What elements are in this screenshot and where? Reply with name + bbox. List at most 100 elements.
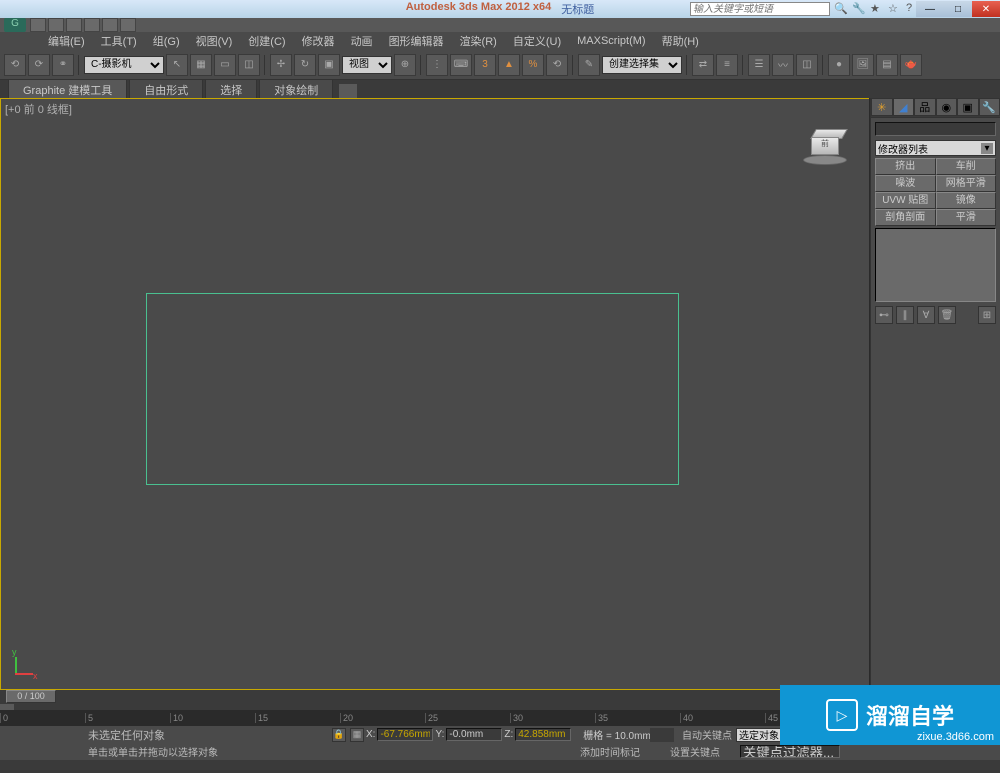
modifier-list-dropdown[interactable]: 修改器列表 ▾ [875, 140, 996, 156]
schematic-icon[interactable]: ◫ [796, 54, 818, 76]
menu-group[interactable]: 组(G) [145, 33, 188, 49]
rotate-icon[interactable]: ↻ [294, 54, 316, 76]
time-ruler[interactable]: 0 5 10 15 20 25 30 35 40 45 50 55 60 65 … [0, 710, 870, 726]
unlink-icon[interactable]: ⟳ [28, 54, 50, 76]
percent-snap-icon[interactable]: % [522, 54, 544, 76]
viewcube[interactable]: 前 [809, 129, 849, 161]
move-icon[interactable]: ✢ [270, 54, 292, 76]
lock-icon[interactable]: 🔒 [332, 728, 346, 742]
viewport-label[interactable]: [+0 前 0 线框] [5, 101, 72, 117]
mod-bevel-button[interactable]: 剖角剖面 [875, 209, 936, 226]
pin-stack-icon[interactable]: ⊷ [875, 306, 893, 324]
qat-save-icon[interactable] [66, 18, 82, 32]
link-icon[interactable]: ⟲ [4, 54, 26, 76]
select-rect-icon[interactable]: ▭ [214, 54, 236, 76]
maximize-button[interactable]: □ [944, 1, 972, 17]
render-icon[interactable]: 🫖 [900, 54, 922, 76]
y-coord-input[interactable] [446, 728, 502, 741]
menu-graph[interactable]: 图形编辑器 [381, 33, 452, 49]
set-key-button[interactable]: 设置关键点 [670, 744, 720, 759]
mod-smooth-button[interactable]: 平滑 [936, 209, 997, 226]
select-icon[interactable]: ↖ [166, 54, 188, 76]
tab-create-icon[interactable]: ✳ [871, 98, 893, 116]
mod-mirror-button[interactable]: 镜像 [936, 192, 997, 209]
scale-icon[interactable]: ▣ [318, 54, 340, 76]
auto-key-button[interactable]: 自动关键点 [682, 727, 732, 742]
menu-custom[interactable]: 自定义(U) [505, 33, 569, 49]
show-end-icon[interactable]: ∥ [896, 306, 914, 324]
snap3-icon[interactable]: 3 [474, 54, 496, 76]
layers-icon[interactable]: ☰ [748, 54, 770, 76]
mod-lathe-button[interactable]: 车削 [936, 158, 997, 175]
named-sel-combo[interactable]: 创建选择集 [602, 56, 682, 74]
key-filter-button[interactable] [740, 745, 840, 758]
qat-more-icon[interactable] [120, 18, 136, 32]
menu-anim[interactable]: 动画 [343, 33, 381, 49]
object-name-field[interactable] [875, 122, 996, 136]
add-time-tag-button[interactable]: 添加时间标记 [580, 744, 640, 759]
tab-hierarchy-icon[interactable]: 品 [914, 98, 936, 116]
wrench-icon[interactable]: 🔧 [852, 2, 866, 16]
x-coord-input[interactable] [377, 728, 433, 741]
time-slider[interactable]: 0 / 100 [6, 690, 56, 703]
z-coord-input[interactable] [515, 728, 571, 741]
tab-modify-icon[interactable]: ◢ [893, 98, 915, 116]
minimize-button[interactable]: — [916, 1, 944, 17]
tab-freeform[interactable]: 自由形式 [129, 79, 203, 100]
menu-tools[interactable]: 工具(T) [93, 33, 145, 49]
viewcube-front[interactable]: 前 [811, 137, 839, 155]
remove-mod-icon[interactable]: 🗑 [938, 306, 956, 324]
keyboard-icon[interactable]: ⌨ [450, 54, 472, 76]
ref-coord-combo[interactable]: 视图 [342, 56, 392, 74]
tab-display-icon[interactable]: ▣ [957, 98, 979, 116]
qat-new-icon[interactable] [30, 18, 46, 32]
angle-snap-icon[interactable]: ▲ [498, 54, 520, 76]
help-search-input[interactable] [690, 2, 830, 16]
curve-editor-icon[interactable]: 〰 [772, 54, 794, 76]
key-mode-icon[interactable] [650, 728, 674, 742]
select-name-icon[interactable]: ▦ [190, 54, 212, 76]
qat-open-icon[interactable] [48, 18, 64, 32]
menu-maxscript[interactable]: MAXScript(M) [569, 35, 653, 47]
configure-sets-icon[interactable]: ⊞ [978, 306, 996, 324]
menu-view[interactable]: 视图(V) [188, 33, 241, 49]
edit-sel-icon[interactable]: ✎ [578, 54, 600, 76]
render-frame-icon[interactable]: ▤ [876, 54, 898, 76]
menu-create[interactable]: 创建(C) [240, 33, 293, 49]
modifier-stack[interactable] [875, 228, 996, 302]
mirror-icon[interactable]: ⇄ [692, 54, 714, 76]
tab-motion-icon[interactable]: ◉ [936, 98, 958, 116]
app-logo-icon[interactable]: G [4, 18, 26, 32]
tab-select[interactable]: 选择 [205, 79, 257, 100]
window-cross-icon[interactable]: ◫ [238, 54, 260, 76]
menu-help[interactable]: 帮助(H) [654, 33, 707, 49]
selection-filter-combo[interactable]: C-摄影机 [84, 56, 164, 74]
tab-paint[interactable]: 对象绘制 [259, 79, 333, 100]
mod-extrude-button[interactable]: 挤出 [875, 158, 936, 175]
dropdown-arrow-icon[interactable]: ▾ [981, 143, 993, 154]
spinner-snap-icon[interactable]: ⟲ [546, 54, 568, 76]
tab-utilities-icon[interactable]: 🔧 [979, 98, 1000, 116]
render-setup-icon[interactable]: 🖼 [852, 54, 874, 76]
bind-icon[interactable]: ⚭ [52, 54, 74, 76]
mod-meshsmooth-button[interactable]: 网格平滑 [936, 175, 997, 192]
material-icon[interactable]: ● [828, 54, 850, 76]
qat-undo-icon[interactable] [84, 18, 100, 32]
mod-uvw-button[interactable]: UVW 贴图 [875, 192, 936, 209]
mod-noise-button[interactable]: 噪波 [875, 175, 936, 192]
viewport[interactable]: [+0 前 0 线框] 前 y x [0, 98, 870, 690]
menu-edit[interactable]: 编辑(E) [40, 33, 93, 49]
menu-modifiers[interactable]: 修改器 [294, 33, 343, 49]
manipulate-icon[interactable]: ⋮ [426, 54, 448, 76]
qat-redo-icon[interactable] [102, 18, 118, 32]
binoculars-icon[interactable]: 🔍 [834, 2, 848, 16]
timeline[interactable]: 0 / 100 [0, 690, 870, 710]
close-button[interactable]: ✕ [972, 1, 1000, 17]
star-icon[interactable]: ★ [870, 2, 884, 16]
tab-graphite[interactable]: Graphite 建模工具 [8, 79, 127, 100]
iso-icon[interactable]: ▦ [350, 728, 364, 742]
unique-icon[interactable]: ∀ [917, 306, 935, 324]
menu-render[interactable]: 渲染(R) [452, 33, 505, 49]
pivot-icon[interactable]: ⊕ [394, 54, 416, 76]
viewcube-ring-icon[interactable] [803, 155, 847, 165]
